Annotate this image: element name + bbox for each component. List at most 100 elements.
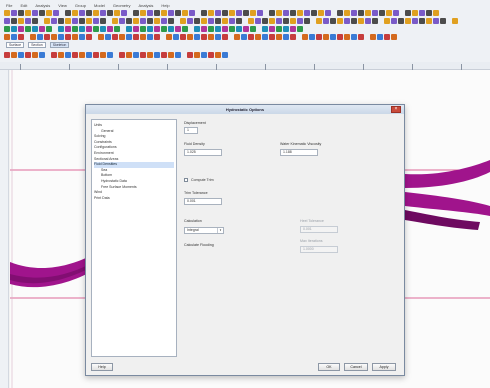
toolbar-tool-icon[interactable]: [248, 18, 254, 24]
toolbar-tool-icon[interactable]: [405, 18, 411, 24]
toolbar-tool-icon[interactable]: [318, 10, 324, 16]
toolbar-tool-icon[interactable]: [208, 52, 214, 58]
toolbar-tool-icon[interactable]: [262, 18, 268, 24]
toolbar-tool-icon[interactable]: [58, 18, 64, 24]
ok-button[interactable]: OK: [318, 363, 340, 371]
toolbar-tool-icon[interactable]: [147, 52, 153, 58]
toolbar-tool-icon[interactable]: [32, 18, 38, 24]
surface-selector[interactable]: Surface: [6, 42, 25, 48]
toolbar-tool-icon[interactable]: [72, 52, 78, 58]
toolbar-tool-icon[interactable]: [391, 34, 397, 40]
toolbar-tool-icon[interactable]: [147, 18, 153, 24]
toolbar-tool-icon[interactable]: [11, 34, 17, 40]
toolbar-tool-icon[interactable]: [46, 26, 52, 32]
toolbar-tool-icon[interactable]: [187, 34, 193, 40]
cancel-button[interactable]: Cancel: [344, 363, 368, 371]
toolbar-tool-icon[interactable]: [121, 10, 127, 16]
toolbar-tool-icon[interactable]: [384, 34, 390, 40]
toolbar-tool-icon[interactable]: [309, 34, 315, 40]
toolbar-tool-icon[interactable]: [114, 10, 120, 16]
toolbar-tool-icon[interactable]: [140, 18, 146, 24]
toolbar-tool-icon[interactable]: [175, 52, 181, 58]
toolbar-tool-icon[interactable]: [358, 18, 364, 24]
toolbar-tool-icon[interactable]: [269, 10, 275, 16]
menu-item[interactable]: File: [6, 3, 12, 8]
toolbar-tool-icon[interactable]: [241, 34, 247, 40]
toolbar-tool-icon[interactable]: [168, 52, 174, 58]
toolbar-tool-icon[interactable]: [283, 26, 289, 32]
menu-item[interactable]: Group: [75, 3, 86, 8]
toolbar-tool-icon[interactable]: [100, 10, 106, 16]
toolbar-tool-icon[interactable]: [86, 10, 92, 16]
toolbar-tool-icon[interactable]: [154, 26, 160, 32]
field-d-input[interactable]: 0.001: [184, 198, 222, 205]
toolbar-tool-icon[interactable]: [119, 52, 125, 58]
toolbar-tool-icon[interactable]: [107, 52, 113, 58]
toolbar-tool-icon[interactable]: [372, 10, 378, 16]
toolbar-tool-icon[interactable]: [250, 10, 256, 16]
toolbar-tool-icon[interactable]: [168, 10, 174, 16]
toolbar-tool-icon[interactable]: [30, 34, 36, 40]
toolbar-tool-icon[interactable]: [18, 26, 24, 32]
toolbar-tool-icon[interactable]: [187, 18, 193, 24]
toolbar-tool-icon[interactable]: [119, 18, 125, 24]
toolbar-tool-icon[interactable]: [330, 34, 336, 40]
toolbar-tool-icon[interactable]: [358, 34, 364, 40]
menu-item[interactable]: Edit: [20, 3, 27, 8]
toolbar-tool-icon[interactable]: [234, 34, 240, 40]
toolbar-tool-icon[interactable]: [100, 26, 106, 32]
toolbar-tool-icon[interactable]: [133, 26, 139, 32]
toolbar-tool-icon[interactable]: [398, 18, 404, 24]
toolbar-tool-icon[interactable]: [201, 10, 207, 16]
toolbar-tool-icon[interactable]: [107, 26, 113, 32]
toolbar-tool-icon[interactable]: [126, 34, 132, 40]
toolbar-tool-icon[interactable]: [182, 10, 188, 16]
toolbar-tool-icon[interactable]: [386, 10, 392, 16]
toolbar-tool-icon[interactable]: [337, 18, 343, 24]
toolbar-tool-icon[interactable]: [222, 34, 228, 40]
toolbar-tool-icon[interactable]: [215, 10, 221, 16]
toolbar-tool-icon[interactable]: [11, 26, 17, 32]
toolbar-tool-icon[interactable]: [112, 18, 118, 24]
toolbar-tool-icon[interactable]: [161, 10, 167, 16]
toolbar-tool-icon[interactable]: [283, 10, 289, 16]
toolbar-tool-icon[interactable]: [93, 26, 99, 32]
toolbar-tool-icon[interactable]: [243, 10, 249, 16]
toolbar-tool-icon[interactable]: [297, 26, 303, 32]
toolbar-tool-icon[interactable]: [93, 18, 99, 24]
toolbar-tool-icon[interactable]: [222, 52, 228, 58]
toolbar-tool-icon[interactable]: [452, 18, 458, 24]
toolbar-tool-icon[interactable]: [18, 18, 24, 24]
toolbar-tool-icon[interactable]: [79, 10, 85, 16]
toolbar-tool-icon[interactable]: [65, 18, 71, 24]
tree-node[interactable]: Print Data: [94, 196, 174, 202]
toolbar-tool-icon[interactable]: [248, 34, 254, 40]
toolbar-tool-icon[interactable]: [419, 18, 425, 24]
toolbar-tool-icon[interactable]: [229, 18, 235, 24]
toolbar-tool-icon[interactable]: [100, 52, 106, 58]
toolbar-tool-icon[interactable]: [25, 18, 31, 24]
toolbar-tool-icon[interactable]: [182, 26, 188, 32]
toolbar-tool-icon[interactable]: [201, 34, 207, 40]
field-b-input[interactable]: 1.025: [184, 149, 222, 156]
toolbar-tool-icon[interactable]: [161, 18, 167, 24]
field-a-input[interactable]: 1: [184, 127, 198, 134]
toolbar-tool-icon[interactable]: [426, 10, 432, 16]
toolbar-tool-icon[interactable]: [79, 52, 85, 58]
toolbar-tool-icon[interactable]: [58, 52, 64, 58]
toolbar-tool-icon[interactable]: [405, 10, 411, 16]
toolbar-tool-icon[interactable]: [51, 18, 57, 24]
toolbar-tool-icon[interactable]: [25, 10, 31, 16]
toolbar-tool-icon[interactable]: [147, 34, 153, 40]
toolbar-tool-icon[interactable]: [154, 10, 160, 16]
toolbar-tool-icon[interactable]: [180, 34, 186, 40]
toolbar-tool-icon[interactable]: [86, 18, 92, 24]
toolbar-tool-icon[interactable]: [39, 10, 45, 16]
toolbar-tool-icon[interactable]: [255, 34, 261, 40]
menu-item[interactable]: Model: [94, 3, 105, 8]
toolbar-tool-icon[interactable]: [4, 26, 10, 32]
toolbar-tool-icon[interactable]: [351, 34, 357, 40]
toolbar-tool-icon[interactable]: [337, 34, 343, 40]
toolbar-tool-icon[interactable]: [18, 52, 24, 58]
toolbar-tool-icon[interactable]: [65, 10, 71, 16]
